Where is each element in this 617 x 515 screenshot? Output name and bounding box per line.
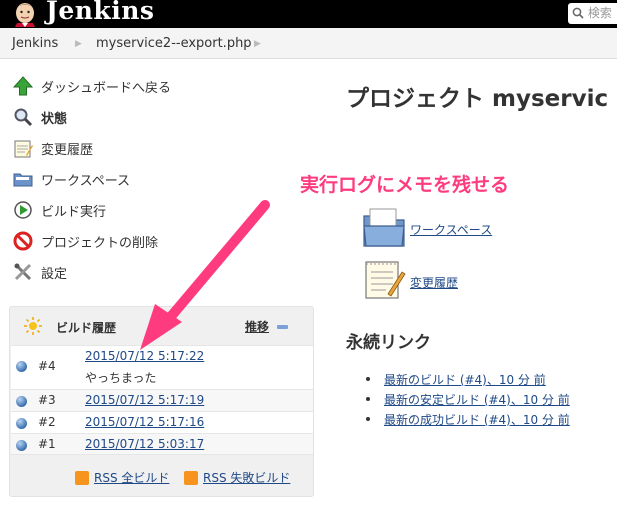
search-icon (572, 7, 584, 19)
bullet-icon (366, 397, 370, 401)
permalink-last-successful-build[interactable]: 最新の成功ビルド (#4)、10 分 前 (384, 411, 570, 428)
bullet-icon (366, 417, 370, 421)
rss-failed-label: RSS 失敗ビルド (203, 471, 291, 485)
breadcrumb: Jenkins ▶ myservice2--export.php ▶ (0, 28, 617, 59)
magnifier-icon (12, 106, 34, 128)
status-ball-icon (16, 361, 27, 372)
notepad-icon (12, 137, 34, 159)
sidebar-item-build-now[interactable]: ビルド実行 (12, 199, 106, 221)
sidebar-item-delete-project[interactable]: プロジェクトの削除 (12, 230, 158, 252)
sidebar-item-label: 変更履歴 (41, 142, 94, 158)
build-timestamp-link[interactable]: 2015/07/12 5:03:17 (85, 437, 204, 451)
build-history-header: ビルド履歴 推移 (10, 307, 313, 345)
build-row: #4 2015/07/12 5:17:22 やっちまった (11, 345, 313, 389)
bullet-icon (366, 377, 370, 381)
search-input[interactable]: 検索 (568, 3, 617, 24)
annotation-callout: 実行ログにメモを残せる (300, 174, 510, 196)
sidebar-item-label: 設定 (41, 266, 68, 282)
sidebar-item-workspace[interactable]: ワークスペース (12, 168, 130, 190)
app-title[interactable]: Jenkins (46, 0, 154, 25)
sidebar-item-label: ビルド実行 (41, 204, 107, 220)
sidebar-item-label: プロジェクトの削除 (41, 235, 159, 251)
sidebar-item-label: ワークスペース (41, 173, 131, 189)
breadcrumb-item-project[interactable]: myservice2--export.php (96, 36, 252, 51)
permalink-last-build[interactable]: 最新のビルド (#4)、10 分 前 (384, 371, 546, 388)
search-placeholder: 検索 (587, 6, 612, 20)
rss-all-label: RSS 全ビルド (94, 471, 170, 485)
page-title: プロジェクト myservic (346, 86, 609, 112)
trend-link[interactable]: 推移 (245, 318, 269, 335)
build-number[interactable]: #2 (38, 415, 56, 429)
rss-failed-builds-link[interactable]: RSS 失敗ビルド (184, 469, 290, 486)
build-timestamp-link[interactable]: 2015/07/12 5:17:16 (85, 415, 204, 429)
no-entry-icon (12, 230, 34, 252)
rss-icon (184, 470, 198, 485)
breadcrumb-separator-icon[interactable]: ▶ (254, 39, 261, 49)
sidebar-item-label: 状態 (41, 111, 68, 127)
tools-icon (12, 261, 34, 283)
rss-all-builds-link[interactable]: RSS 全ビルド (75, 469, 169, 486)
sidebar-item-dashboard[interactable]: ダッシュボードへ戻る (12, 75, 171, 97)
changes-link[interactable]: 変更履歴 (362, 258, 458, 306)
status-ball-icon (16, 396, 27, 407)
top-header: Jenkins 検索 (0, 0, 617, 28)
build-row: #3 2015/07/12 5:17:19 (11, 389, 313, 411)
status-ball-icon (16, 418, 27, 429)
build-history-title: ビルド履歴 (56, 321, 117, 335)
folder-icon (12, 168, 34, 190)
permalinks-title: 永続リンク (346, 333, 431, 353)
build-number[interactable]: #3 (38, 393, 56, 407)
notepad-icon (362, 258, 406, 306)
workspace-link[interactable]: ワークスペース (362, 206, 492, 252)
workspace-link-label: ワークスペース (410, 222, 493, 237)
changes-link-label: 変更履歴 (410, 275, 459, 290)
jenkins-logo-icon[interactable] (8, 1, 42, 27)
build-timestamp-link[interactable]: 2015/07/12 5:17:22 (85, 349, 204, 363)
up-arrow-icon (12, 75, 34, 97)
sidebar-item-status[interactable]: 状態 (12, 106, 67, 128)
build-row: #2 2015/07/12 5:17:16 (11, 411, 313, 433)
status-ball-icon (16, 440, 27, 451)
build-number[interactable]: #1 (38, 437, 56, 451)
clock-play-icon (12, 199, 34, 221)
folder-icon (362, 206, 406, 252)
build-description: やっちまった (85, 371, 157, 385)
sidebar-item-changes[interactable]: 変更履歴 (12, 137, 93, 159)
breadcrumb-separator-icon[interactable]: ▶ (75, 39, 82, 49)
build-number[interactable]: #4 (38, 359, 56, 373)
build-row: #1 2015/07/12 5:03:17 (11, 433, 313, 455)
sidebar-item-label: ダッシュボードへ戻る (41, 80, 172, 96)
sun-weather-icon (24, 317, 42, 339)
collapse-minus-icon[interactable] (277, 325, 288, 329)
rss-icon (75, 470, 89, 485)
permalink-last-stable-build[interactable]: 最新の安定ビルド (#4)、10 分 前 (384, 391, 570, 408)
build-timestamp-link[interactable]: 2015/07/12 5:17:19 (85, 393, 204, 407)
sidebar-item-configure[interactable]: 設定 (12, 261, 67, 283)
breadcrumb-item-jenkins[interactable]: Jenkins (12, 36, 58, 51)
